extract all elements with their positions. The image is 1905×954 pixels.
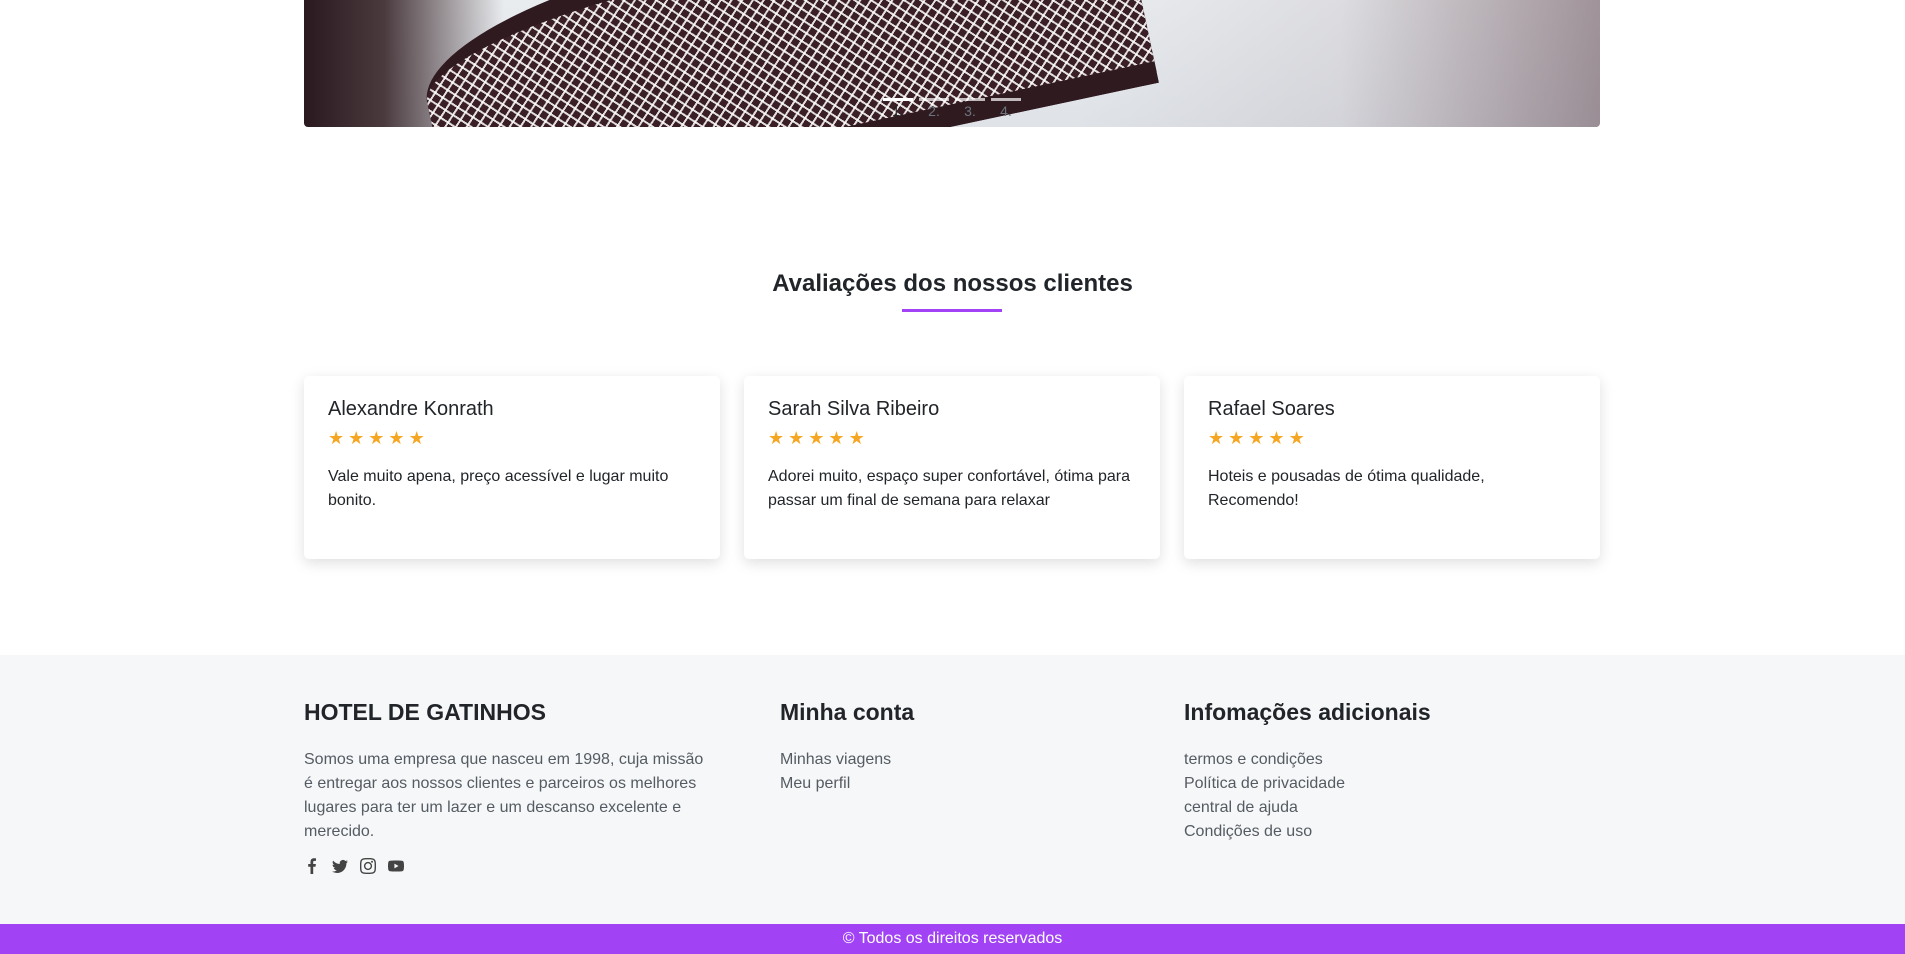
link-privacidade[interactable]: Política de privacidade: [1184, 772, 1431, 796]
footer-brand-column: HOTEL DE GATINHOS Somos uma empresa que …: [304, 699, 716, 874]
footer-brand-description: Somos uma empresa que nasceu em 1998, cu…: [304, 751, 704, 840]
star-icon: ★: [1248, 428, 1265, 448]
reviewer-name: Rafael Soares: [1208, 398, 1335, 420]
rating-stars: ★ ★ ★ ★ ★: [328, 429, 696, 447]
link-termos[interactable]: termos e condições: [1184, 748, 1431, 772]
carousel-indicator-3[interactable]: 3.: [955, 98, 985, 119]
link-minhas-viagens[interactable]: Minhas viagens: [780, 748, 914, 772]
review-text: Vale muito apena, preço acessível e luga…: [328, 468, 669, 509]
rating-stars: ★ ★ ★ ★ ★: [1208, 429, 1576, 447]
review-text: Adorei muito, espaço super confortável, …: [768, 468, 1130, 509]
star-icon: ★: [808, 428, 825, 448]
carousel-indicator-2[interactable]: 2.: [919, 98, 949, 119]
star-icon: ★: [388, 428, 405, 448]
carousel-indicator-1[interactable]: 1.: [883, 98, 913, 119]
reviewer-name: Alexandre Konrath: [328, 398, 494, 420]
footer-info-title: Infomações adicionais: [1184, 699, 1431, 725]
review-text: Hoteis e pousadas de ótima qualidade, Re…: [1208, 468, 1485, 509]
reviewer-name: Sarah Silva Ribeiro: [768, 398, 940, 420]
facebook-icon[interactable]: [304, 858, 320, 874]
site-footer: HOTEL DE GATINHOS Somos uma empresa que …: [0, 655, 1905, 924]
copyright-bar: © Todos os direitos reservados: [0, 924, 1905, 954]
instagram-icon[interactable]: [360, 858, 376, 874]
review-card: Sarah Silva Ribeiro ★ ★ ★ ★ ★ Adorei mui…: [744, 376, 1160, 559]
reviews-list: Alexandre Konrath ★ ★ ★ ★ ★ Vale muito a…: [304, 376, 1600, 559]
carousel-indicator-4[interactable]: 4.: [991, 98, 1021, 119]
social-links: [304, 858, 716, 874]
footer-account-column: Minha conta Minhas viagens Meu perfil: [780, 699, 914, 796]
star-icon: ★: [1268, 428, 1285, 448]
footer-info-column: Infomações adicionais termos e condições…: [1184, 699, 1431, 844]
link-meu-perfil[interactable]: Meu perfil: [780, 772, 914, 796]
link-central-ajuda[interactable]: central de ajuda: [1184, 796, 1431, 820]
star-icon: ★: [768, 428, 785, 448]
star-icon: ★: [1208, 428, 1225, 448]
review-card: Rafael Soares ★ ★ ★ ★ ★ Hoteis e pousada…: [1184, 376, 1600, 559]
star-icon: ★: [848, 428, 865, 448]
youtube-icon[interactable]: [388, 858, 404, 874]
star-icon: ★: [348, 428, 365, 448]
review-card: Alexandre Konrath ★ ★ ★ ★ ★ Vale muito a…: [304, 376, 720, 559]
star-icon: ★: [368, 428, 385, 448]
star-icon: ★: [1288, 428, 1305, 448]
star-icon: ★: [408, 428, 425, 448]
rating-stars: ★ ★ ★ ★ ★: [768, 429, 1136, 447]
footer-account-title: Minha conta: [780, 699, 915, 725]
star-icon: ★: [788, 428, 805, 448]
star-icon: ★: [328, 428, 345, 448]
star-icon: ★: [828, 428, 845, 448]
twitter-icon[interactable]: [332, 858, 348, 874]
title-underline: [902, 309, 1002, 312]
footer-brand-title: HOTEL DE GATINHOS: [304, 699, 546, 725]
hero-carousel[interactable]: 1. 2. 3. 4.: [304, 0, 1600, 127]
reviews-title: Avaliações dos nossos clientes: [772, 270, 1133, 297]
carousel-indicators: 1. 2. 3. 4.: [304, 98, 1600, 119]
star-icon: ★: [1228, 428, 1245, 448]
link-condicoes-uso[interactable]: Condições de uso: [1184, 820, 1431, 844]
